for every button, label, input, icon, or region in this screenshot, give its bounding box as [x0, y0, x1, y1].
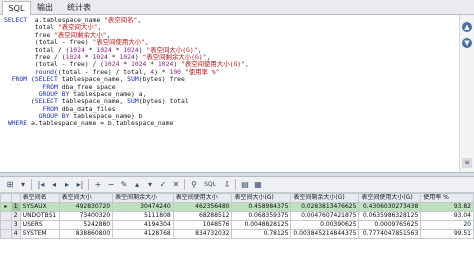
remove-icon[interactable]: −	[105, 179, 117, 190]
table-row[interactable]: 3 USERS 5242880 4194304 1048576 0.0048828125 0…	[0, 220, 474, 230]
column-header[interactable]: 表空间大小(G)	[231, 193, 292, 203]
row-indicator: ▸	[0, 202, 12, 212]
cell-free-g[interactable]: 0.0047607421875	[290, 211, 360, 221]
column-header[interactable]: 表空间剩余大小(G)	[290, 193, 360, 203]
grid-corner	[0, 193, 12, 203]
cell-name[interactable]: USERS	[19, 220, 60, 230]
column-header[interactable]: 表空间使用大小	[172, 193, 233, 203]
cell-total[interactable]: 838860800	[58, 229, 114, 239]
tab-output[interactable]: 输出	[33, 1, 57, 14]
scroll-up-icon[interactable]: ▲	[462, 22, 472, 32]
cell-total[interactable]: 5242880	[58, 220, 114, 230]
cell-pct[interactable]: 20	[420, 220, 474, 230]
cell-name[interactable]: SYSAUX	[19, 202, 60, 212]
cell-used[interactable]: 462356480	[172, 202, 233, 212]
toolbar-separator	[88, 179, 89, 190]
cell-pct[interactable]: 93.04	[420, 211, 474, 221]
tab-sql[interactable]: SQL	[2, 1, 31, 15]
cell-total-g[interactable]: 0.0048828125	[231, 220, 292, 230]
cell-total-g[interactable]: 0.458984375	[231, 202, 292, 212]
cell-used[interactable]: 834732032	[172, 229, 233, 239]
table-row[interactable]: ▸ 1 SYSAUX 492830720 30474240 462356480 0.4589…	[0, 202, 474, 212]
cell-used-g[interactable]: 0.7774047851563	[358, 229, 422, 239]
column-header[interactable]: 表空间使用大小(G)	[358, 193, 422, 203]
cell-free[interactable]: 30474240	[112, 202, 174, 212]
row-number: 1	[10, 202, 21, 212]
search-icon[interactable]: ⚲	[188, 179, 200, 190]
empty-result-area	[0, 240, 474, 263]
sql-line: WHERE a.tablespace_name = b.tablespace_n…	[7, 119, 174, 128]
cell-used[interactable]: 68288512	[172, 211, 233, 221]
row-number: 3	[10, 220, 21, 230]
table-row[interactable]: 2 UNDOTBS1 73400320 5111808 68288512 0.068359…	[0, 211, 474, 221]
last-icon[interactable]: ▸|	[74, 179, 86, 190]
row-number: 2	[10, 211, 21, 221]
column-header[interactable]: 表空间大小	[58, 193, 114, 203]
column-header[interactable]: 表空间名	[19, 193, 60, 203]
export-icon[interactable]: ⇩	[221, 179, 233, 190]
sql-icon[interactable]: SQL	[201, 179, 219, 190]
cell-used[interactable]: 1048576	[172, 220, 233, 230]
cell-free-g[interactable]: 0.003845214844375	[290, 229, 360, 239]
toolbar-separator	[31, 179, 32, 190]
editor-side-rail: ▲ ▼ ≡	[459, 15, 474, 172]
grid-icon[interactable]: ⊞	[4, 179, 16, 190]
table-row[interactable]: 4 SYSTEM 838860800 4128768 834732032 0.78125 0…	[0, 229, 474, 239]
cell-pct[interactable]: 93.82	[420, 202, 474, 212]
tab-statistics[interactable]: 统计表	[62, 1, 96, 14]
sql-code[interactable]: SELECT a.tablespace_name "表空间名", total "…	[0, 15, 459, 128]
scroll-down-icon[interactable]: ▼	[462, 38, 472, 48]
column-header[interactable]: 表空间剩余大小	[112, 193, 174, 203]
cell-used-g[interactable]: 0.4306030273438	[358, 202, 422, 212]
cell-total-g[interactable]: 0.068359375	[231, 211, 292, 221]
toolbar-separator	[235, 179, 236, 190]
add-icon[interactable]: +	[92, 179, 104, 190]
prev-icon[interactable]: ◂	[48, 179, 60, 190]
chart-icon[interactable]: ▦	[252, 179, 264, 190]
panel-menu-icon[interactable]: ≡	[462, 158, 472, 168]
cell-total-g[interactable]: 0.78125	[231, 229, 292, 239]
cell-free[interactable]: 4194304	[112, 220, 174, 230]
first-icon[interactable]: |◂	[35, 179, 47, 190]
cell-pct[interactable]: 99.51	[420, 229, 474, 239]
sql-editor[interactable]: SELECT a.tablespace_name "表空间名", total "…	[0, 15, 459, 172]
result-grid: 表空间名 表空间大小 表空间剩余大小 表空间使用大小 表空间大小(G) 表空间剩余大小(G…	[0, 193, 474, 239]
grid-corner	[10, 193, 21, 203]
cell-total[interactable]: 73400320	[58, 211, 114, 221]
row-number: 4	[10, 229, 21, 239]
dropdown-icon[interactable]: ▾	[17, 179, 29, 190]
cell-total[interactable]: 492830720	[58, 202, 114, 212]
cell-used-g[interactable]: 0.0009765625	[358, 220, 422, 230]
result-toolbar: ⊞ ▾ |◂ ◂ ▸ ▸| + − ✎ ▴ ▾ ✓ ✕ ⚲ SQL ⇩ ▤ ▦	[0, 177, 474, 193]
table-icon[interactable]: ▤	[239, 179, 251, 190]
cell-free-g[interactable]: 0.00390625	[290, 220, 360, 230]
cell-free[interactable]: 4128768	[112, 229, 174, 239]
check-icon[interactable]: ✓	[157, 179, 169, 190]
result-tab-bar: SQL 输出 统计表	[0, 0, 474, 15]
cancel-icon[interactable]: ✕	[170, 179, 182, 190]
next-icon[interactable]: ▸	[61, 179, 73, 190]
up-icon[interactable]: ▴	[131, 179, 143, 190]
cell-free[interactable]: 5111808	[112, 211, 174, 221]
edit-icon[interactable]: ✎	[118, 179, 130, 190]
column-header[interactable]: 使用率 %	[420, 193, 474, 203]
toolbar-separator	[184, 179, 185, 190]
cell-name[interactable]: SYSTEM	[19, 229, 60, 239]
cell-used-g[interactable]: 0.0635986328125	[358, 211, 422, 221]
row-indicator	[0, 229, 12, 239]
down-icon[interactable]: ▾	[144, 179, 156, 190]
cell-name[interactable]: UNDOTBS1	[19, 211, 60, 221]
row-indicator	[0, 211, 12, 221]
row-indicator	[0, 220, 12, 230]
cell-free-g[interactable]: 0.0283813476625	[290, 202, 360, 212]
